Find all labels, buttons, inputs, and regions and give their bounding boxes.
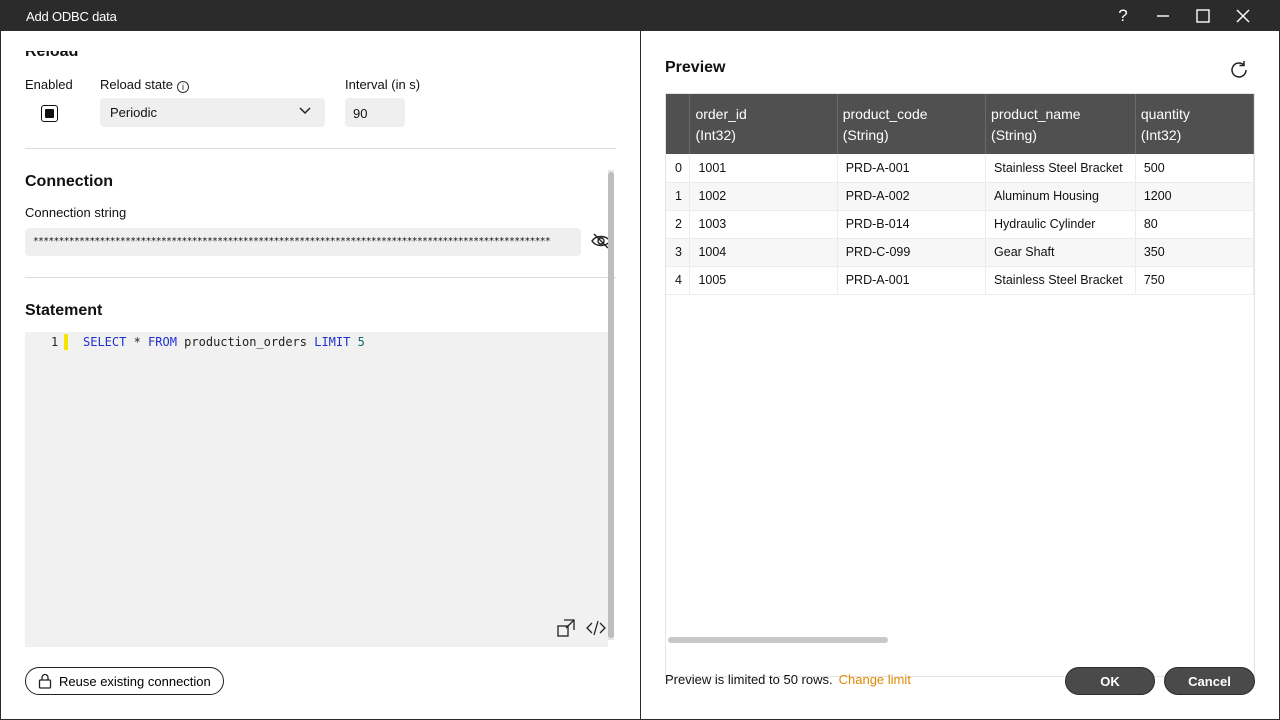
code-icon[interactable] <box>586 618 606 638</box>
table-row: 1 1002 PRD-A-002 Aluminum Housing 1200 <box>666 182 1254 211</box>
connection-heading: Connection <box>25 173 113 190</box>
divider <box>25 277 616 278</box>
maximize-icon <box>1196 8 1210 23</box>
reuse-connection-label: Reuse existing connection <box>59 673 211 689</box>
reload-state-value: Periodic <box>110 105 157 120</box>
table-row: 2 1003 PRD-B-014 Hydraulic Cylinder 80 <box>666 210 1254 239</box>
active-line-marker <box>64 334 68 350</box>
table-cell: PRD-A-001 <box>837 154 987 183</box>
table-cell: PRD-A-002 <box>837 182 987 211</box>
horizontal-scrollbar-thumb[interactable] <box>668 637 888 643</box>
question-icon: ? <box>1118 5 1128 25</box>
table-cell: Stainless Steel Bracket <box>985 154 1136 183</box>
config-panel: Reload Enabled Reload state i Periodic In… <box>0 31 640 720</box>
statement-heading: Statement <box>25 302 103 319</box>
table-cell: Hydraulic Cylinder <box>985 210 1136 239</box>
divider <box>25 148 616 149</box>
reload-heading: Reload <box>25 43 79 60</box>
minimize-icon <box>1157 14 1169 17</box>
table-cell: 80 <box>1135 210 1254 239</box>
interval-input[interactable]: 90 <box>345 98 405 127</box>
lock-icon <box>38 673 52 689</box>
window-title: Add ODBC data <box>26 9 117 24</box>
reuse-connection-button[interactable]: Reuse existing connection <box>25 667 224 695</box>
expand-icon[interactable] <box>556 618 576 638</box>
table-cell: 500 <box>1135 154 1254 183</box>
close-button[interactable] <box>1223 0 1263 31</box>
table-cell: PRD-B-014 <box>837 210 987 239</box>
column-header[interactable]: order_id (Int32) <box>689 94 838 154</box>
interval-label: Interval (in s) <box>345 77 421 92</box>
minimize-button[interactable] <box>1143 0 1183 31</box>
enabled-checkbox[interactable] <box>41 105 58 122</box>
sql-editor[interactable]: 1 SELECT * FROM production_orders LIMIT … <box>25 332 608 647</box>
row-index: 0 <box>666 154 691 183</box>
table-row: 4 1005 PRD-A-001 Stainless Steel Bracket… <box>666 266 1254 295</box>
table-cell: 1005 <box>689 266 838 295</box>
table-cell: PRD-C-099 <box>837 238 987 267</box>
index-header <box>666 94 691 154</box>
connection-string-label: Connection string <box>25 205 127 220</box>
preview-panel: Preview order_id (Int32) product_code (Str… <box>641 31 1280 720</box>
table-cell: Gear Shaft <box>985 238 1136 267</box>
preview-heading: Preview <box>665 59 726 76</box>
table-cell: 1002 <box>689 182 838 211</box>
preview-limit-note: Preview is limited to 50 rows. Change lim… <box>665 672 911 687</box>
table-cell: 350 <box>1135 238 1254 267</box>
table-cell: Aluminum Housing <box>985 182 1136 211</box>
table-row: 3 1004 PRD-C-099 Gear Shaft 350 <box>666 238 1254 267</box>
preview-table: order_id (Int32) product_code (String) pro… <box>666 94 1254 295</box>
table-cell: 1200 <box>1135 182 1254 211</box>
table-cell: 1004 <box>689 238 838 267</box>
sql-code-line: SELECT * FROM production_orders LIMIT 5 <box>83 335 365 349</box>
reload-state-label: Reload state i <box>100 77 189 93</box>
reload-state-select[interactable]: Periodic <box>100 98 325 127</box>
table-cell: 1001 <box>689 154 838 183</box>
close-icon <box>1236 9 1250 22</box>
table-row: 0 1001 PRD-A-001 Stainless Steel Bracket… <box>666 154 1254 183</box>
row-index: 1 <box>666 182 691 211</box>
table-cell: PRD-A-001 <box>837 266 987 295</box>
column-header[interactable]: product_code (String) <box>837 94 987 154</box>
table-cell: 750 <box>1135 266 1254 295</box>
enabled-label: Enabled <box>25 77 73 92</box>
help-button[interactable]: ? <box>1103 0 1143 31</box>
refresh-icon[interactable] <box>1228 59 1250 81</box>
row-index: 2 <box>666 210 691 239</box>
preview-table-container[interactable]: order_id (Int32) product_code (String) pro… <box>665 93 1255 677</box>
table-cell: 1003 <box>689 210 838 239</box>
row-index: 3 <box>666 238 691 267</box>
column-header[interactable]: product_name (String) <box>985 94 1136 154</box>
scrollbar-thumb[interactable] <box>608 172 614 638</box>
chevron-down-icon <box>299 107 311 115</box>
title-bar: Add ODBC data ? <box>0 0 1280 31</box>
table-cell: Stainless Steel Bracket <box>985 266 1136 295</box>
line-number: 1 <box>51 335 59 349</box>
change-limit-link[interactable]: Change limit <box>839 672 911 687</box>
info-icon[interactable]: i <box>177 81 189 93</box>
column-header[interactable]: quantity (Int32) <box>1135 94 1254 154</box>
maximize-button[interactable] <box>1183 0 1223 31</box>
connection-string-field[interactable]: ****************************************… <box>25 228 581 256</box>
ok-button[interactable]: OK <box>1065 667 1155 695</box>
row-index: 4 <box>666 266 691 295</box>
cancel-button[interactable]: Cancel <box>1164 667 1255 695</box>
table-header-row: order_id (Int32) product_code (String) pro… <box>666 94 1254 154</box>
